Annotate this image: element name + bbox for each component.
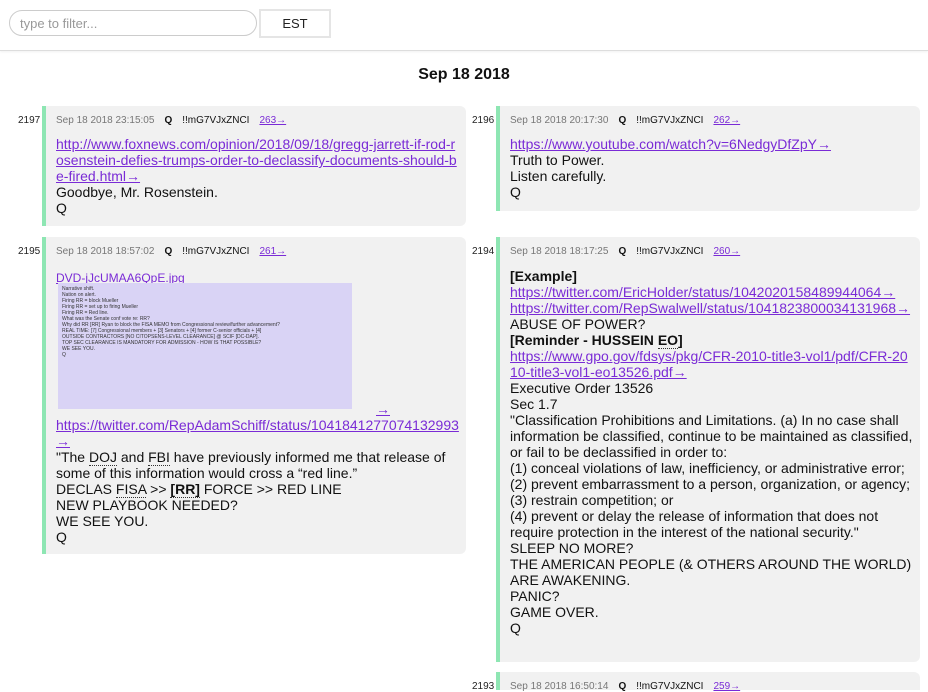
- timezone-button[interactable]: EST: [259, 9, 331, 38]
- post-signature: Q: [56, 529, 67, 545]
- post-date: Sep 18 2018 20:17:30: [510, 115, 609, 126]
- post-text-line: NEW PLAYBOOK NEEDED?: [56, 497, 238, 513]
- post-tripcode: !!mG7VJxZNCI: [636, 681, 704, 692]
- date-heading: Sep 18 2018: [418, 66, 510, 83]
- post-card: Sep 18 2018 18:57:02 Q !!mG7VJxZNCI 261→ DV…: [42, 237, 466, 554]
- post-number: 2194: [472, 246, 495, 257]
- abbr-eo: EO: [657, 332, 679, 349]
- post-number: 2193: [472, 681, 495, 692]
- post-meta: Sep 18 2018 18:17:25 Q !!mG7VJxZNCI 260→: [510, 246, 740, 257]
- post-text-line: GAME OVER.: [510, 604, 599, 620]
- post-text-line: WE SEE YOU.: [56, 513, 149, 529]
- post-card: Sep 18 2018 16:50:14 Q !!mG7VJxZNCI 259→: [496, 672, 920, 692]
- post-text-line: DECLAS FISA >> [RR] FORCE >> RED LINE: [56, 481, 342, 498]
- post-link[interactable]: https://twitter.com/RepSwalwell/status/1…: [510, 300, 914, 316]
- post-ref-link[interactable]: 260→: [713, 246, 740, 257]
- post-link[interactable]: https://twitter.com/EricHolder/status/10…: [510, 284, 914, 300]
- post-body: http://www.foxnews.com/opinion/2018/09/1…: [56, 136, 460, 216]
- post-tripcode: !!mG7VJxZNCI: [182, 246, 250, 257]
- post-image-thumbnail[interactable]: Narrative shift. Nation on alert. Firing…: [58, 283, 352, 409]
- post-text-line: PANIC?: [510, 588, 560, 604]
- post-date: Sep 18 2018 18:57:02: [56, 246, 155, 257]
- post-tripcode: !!mG7VJxZNCI: [182, 115, 250, 126]
- post-body: https://www.youtube.com/watch?v=6NedgyDf…: [510, 136, 914, 200]
- image-link-arrow[interactable]: →: [376, 401, 390, 417]
- post-author: Q: [618, 246, 627, 257]
- post-body: DVD-jJcUMAA6QpE.jpg Narrative shift. Nat…: [56, 269, 460, 545]
- post-link[interactable]: http://www.foxnews.com/opinion/2018/09/1…: [56, 136, 460, 184]
- post-text-line: (3) restrain competition; or: [510, 492, 674, 508]
- post-ref-link[interactable]: 259→: [713, 681, 740, 692]
- post-signature: Q: [510, 620, 521, 636]
- post-number: 2195: [18, 246, 41, 257]
- post-body: [Example] https://twitter.com/EricHolder…: [510, 268, 914, 636]
- post-text-line: (1) conceal violations of law, inefficie…: [510, 460, 905, 476]
- post-text-line: Executive Order 13526: [510, 380, 654, 396]
- post-text-line: (4) prevent or delay the release of info…: [510, 508, 879, 540]
- post-text-line: (2) prevent embarrassment to a person, o…: [510, 476, 910, 492]
- post-text-line: "Classification Prohibitions and Limitat…: [510, 412, 913, 460]
- post-link[interactable]: https://www.gpo.gov/fdsys/pkg/CFR-2010-t…: [510, 348, 914, 380]
- post-link[interactable]: https://www.youtube.com/watch?v=6NedgyDf…: [510, 136, 914, 152]
- post-text-line: ABUSE OF POWER?: [510, 316, 646, 332]
- post-text-line: Listen carefully.: [510, 168, 607, 184]
- post-date: Sep 18 2018 18:17:25: [510, 246, 609, 257]
- post-author: Q: [164, 115, 173, 126]
- post-text: https://twitter.com/RepAdamSchiff/status…: [56, 417, 460, 545]
- post-number: 2197: [18, 115, 41, 126]
- post-tripcode: !!mG7VJxZNCI: [636, 115, 704, 126]
- top-bar: EST: [0, 0, 928, 51]
- post-author: Q: [618, 115, 627, 126]
- post-ref-link[interactable]: 262→: [713, 115, 740, 126]
- post-author: Q: [618, 681, 627, 692]
- post-number: 2196: [472, 115, 495, 126]
- abbr-fisa: FISA: [115, 481, 147, 498]
- abbr-rr: [RR]: [170, 481, 200, 498]
- post-ref-link[interactable]: 261→: [259, 246, 286, 257]
- post-text-line: Goodbye, Mr. Rosenstein.: [56, 184, 218, 200]
- abbr-fbi: FBI: [148, 449, 170, 466]
- post-text-line: Truth to Power.: [510, 152, 605, 168]
- post-date: Sep 18 2018 16:50:14: [510, 681, 609, 692]
- post-text-quote: "The DOJ and FBI have previously informe…: [56, 449, 446, 481]
- post-text-line: THE AMERICAN PEOPLE (& OTHERS AROUND THE…: [510, 556, 912, 588]
- post-meta: Sep 18 2018 18:57:02 Q !!mG7VJxZNCI 261→: [56, 246, 286, 257]
- post-date: Sep 18 2018 23:15:05: [56, 115, 155, 126]
- post-meta: Sep 18 2018 20:17:30 Q !!mG7VJxZNCI 262→: [510, 115, 740, 126]
- post-card: Sep 18 2018 18:17:25 Q !!mG7VJxZNCI 260→ [E…: [496, 237, 920, 662]
- filter-input[interactable]: [9, 10, 257, 36]
- post-text-heading: [Example]: [510, 268, 577, 284]
- post-signature: Q: [56, 200, 67, 216]
- post-card: Sep 18 2018 23:15:05 Q !!mG7VJxZNCI 263→ ht…: [42, 106, 466, 226]
- post-card: Sep 18 2018 20:17:30 Q !!mG7VJxZNCI 262→ ht…: [496, 106, 920, 211]
- post-meta: Sep 18 2018 16:50:14 Q !!mG7VJxZNCI 259→: [510, 681, 740, 692]
- post-text-heading: [Reminder - HUSSEIN EO]: [510, 332, 683, 349]
- post-tripcode: !!mG7VJxZNCI: [636, 246, 704, 257]
- post-signature: Q: [510, 184, 521, 200]
- abbr-doj: DOJ: [88, 449, 117, 466]
- post-text-line: SLEEP NO MORE?: [510, 540, 634, 556]
- post-meta: Sep 18 2018 23:15:05 Q !!mG7VJxZNCI 263→: [56, 115, 286, 126]
- post-author: Q: [164, 246, 173, 257]
- post-link[interactable]: https://twitter.com/RepAdamSchiff/status…: [56, 417, 460, 449]
- post-ref-link[interactable]: 263→: [259, 115, 286, 126]
- post-text-line: Sec 1.7: [510, 396, 558, 412]
- image-text-line: Q: [62, 352, 66, 358]
